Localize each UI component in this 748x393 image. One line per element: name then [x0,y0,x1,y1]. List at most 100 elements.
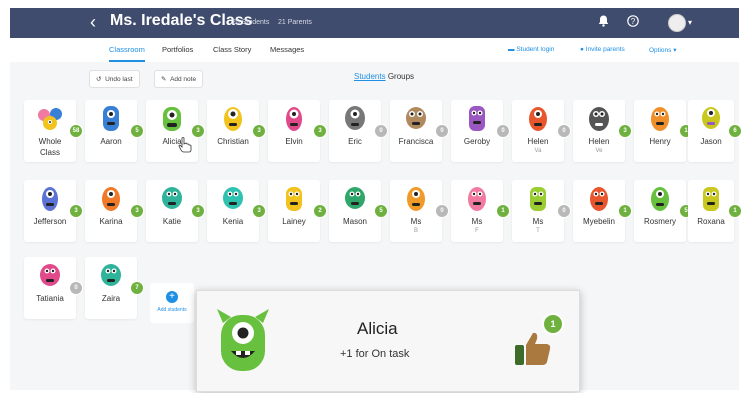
options-menu[interactable]: Options ▾ [649,46,676,54]
student-card[interactable]: Jason 6 [688,100,742,162]
student-name: Myebelin [582,217,615,226]
top-nav: Classroom Portfolios Class Story Message… [10,38,739,63]
invite-parents-link[interactable]: ● Invite parents [580,46,625,53]
add-students-button[interactable]: + Add students [150,283,194,323]
account-caret-icon[interactable]: ▾ [688,18,692,27]
monster-avatar [286,107,302,131]
student-name-line2: F [475,228,479,234]
points-badge: 3 [191,204,205,218]
student-name-line2: Va [534,148,542,154]
student-name: Helen [527,137,549,146]
undo-icon: ↺ [96,76,106,83]
student-name: Ms [410,217,422,226]
toggle-groups[interactable]: Groups [388,72,414,81]
popup-points-badge: 1 [542,313,564,335]
student-card[interactable]: Ms T 0 [512,180,571,242]
monster-avatar [702,107,720,129]
monster-avatar [529,107,547,131]
student-name: Kenia [222,217,244,226]
student-card[interactable]: Elvin 3 [268,100,327,162]
student-card[interactable]: Helen Va 0 [512,100,571,162]
student-card[interactable]: Tatiania 0 [24,257,83,319]
student-name-line2: Ve [595,148,603,154]
student-name: Rosmery [643,217,676,226]
student-name: Geroby [463,137,491,146]
points-badge: 6 [728,124,742,138]
add-note-button[interactable]: ✎ Add note [154,70,204,88]
student-card[interactable]: Helen Ve 3 [573,100,632,162]
points-badge: 0 [435,204,449,218]
student-card[interactable]: Ms F 1 [451,180,510,242]
pencil-icon: ✎ [161,76,171,83]
monster-avatar [590,187,608,211]
tab-messages[interactable]: Messages [270,45,304,54]
student-name: Katie [162,217,182,226]
monster-avatar [162,187,182,209]
back-chevron-icon[interactable]: ‹ [90,12,96,33]
student-name: Jason [700,137,722,146]
tab-classroom[interactable]: Classroom [109,45,145,62]
undo-button[interactable]: ↺ Undo last [89,70,140,88]
monster-avatar [224,107,242,131]
points-badge: 0 [435,124,449,138]
points-badge: 3 [252,204,266,218]
student-card[interactable]: Ms B 0 [390,180,449,242]
user-avatar[interactable] [668,14,686,32]
student-name-line2: B [413,228,418,234]
help-icon[interactable]: ? [627,15,639,30]
student-card[interactable]: Lainey 2 [268,180,327,242]
student-name: Eric [348,137,362,146]
tab-portfolios[interactable]: Portfolios [162,45,193,54]
student-card[interactable]: Geroby 0 [451,100,510,162]
students-count: 25 Students [232,19,270,26]
student-card[interactable]: Aaron 5 [85,100,144,162]
monster-avatar [468,187,486,211]
points-badge: 58 [69,124,83,138]
points-badge: 0 [496,124,510,138]
student-card[interactable]: Eric 0 [329,100,388,162]
student-card[interactable]: Henry 1 [634,100,693,162]
student-name: Jefferson [33,217,67,226]
monster-avatar [40,264,60,286]
student-name: Tatiania [36,294,64,303]
student-name: Helen [588,137,610,146]
points-badge: 0 [69,281,83,295]
points-badge: 7 [130,281,144,295]
student-card[interactable]: Jefferson 3 [24,180,83,242]
header-bar: ‹ Ms. Iredale's Class 25 Students 21 Par… [10,8,739,38]
tab-class-story[interactable]: Class Story [213,45,251,54]
monster-avatar [42,187,58,211]
toggle-students[interactable]: Students [354,72,386,81]
student-card[interactable]: Christian 3 [207,100,266,162]
points-badge: 3 [252,124,266,138]
points-badge: 3 [130,204,144,218]
student-card[interactable]: Myebelin 1 [573,180,632,242]
student-card[interactable]: Karina 3 [85,180,144,242]
student-card[interactable]: Whole Class 58 [24,100,83,162]
student-name: Mason [342,217,367,226]
parents-count: 21 Parents [278,19,312,26]
student-card[interactable]: Roxana 1 [688,180,742,242]
student-card[interactable]: Rosmery 5 [634,180,693,242]
points-badge: 1 [618,204,632,218]
student-card[interactable]: Katie 3 [146,180,205,242]
plus-icon: + [166,291,178,303]
monster-avatar [286,187,302,211]
student-name: Roxana [697,217,725,226]
student-name: Ms [532,217,544,226]
monster-avatar [651,187,669,211]
student-card[interactable]: Mason 5 [329,180,388,242]
points-badge: 3 [69,204,83,218]
add-students-label: Add students [157,307,187,313]
student-card[interactable]: Francisca 0 [390,100,449,162]
student-card[interactable]: Zaira 7 [85,257,144,319]
monster-avatar [530,187,546,211]
student-name: Francisca [398,137,434,146]
bell-icon[interactable] [598,15,609,30]
award-popup: Alicia +1 for On task 1 [196,290,580,392]
points-badge: 1 [496,204,510,218]
student-login-link[interactable]: ▬ Student login [508,46,554,53]
student-card[interactable]: Kenia 3 [207,180,266,242]
student-name: Ms [471,217,483,226]
monster-avatar [101,264,121,286]
